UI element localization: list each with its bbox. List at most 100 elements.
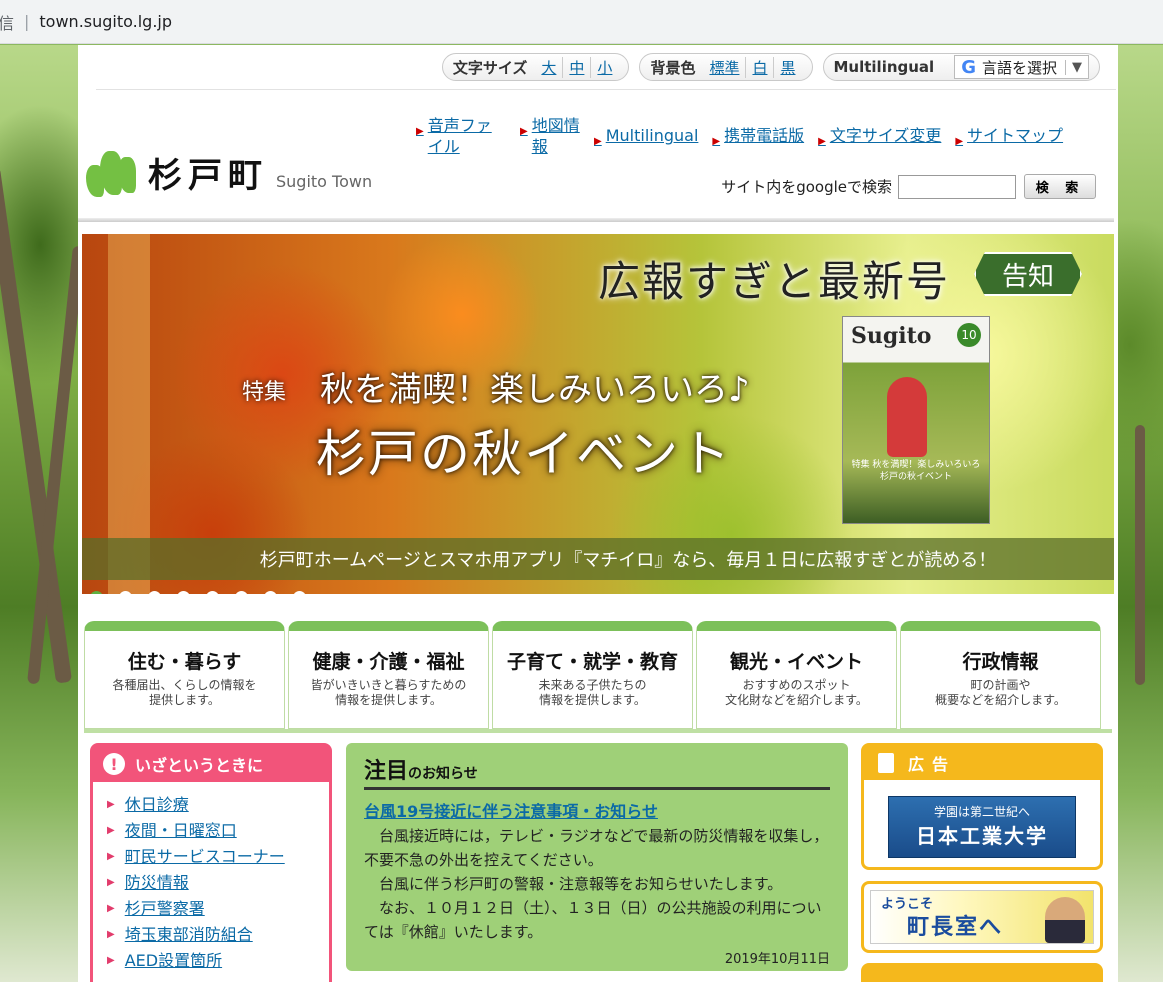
- sugi-leaf-icon: [84, 147, 136, 197]
- nav-font-size[interactable]: ▶ 文字サイズ変更: [818, 125, 941, 157]
- triangle-bullet-icon: ▶: [818, 136, 826, 147]
- feature-title: 杉戸の秋イベント: [316, 425, 732, 483]
- nav-mobile[interactable]: ▶ 携帯電話版: [712, 125, 804, 157]
- ad-title: 広告: [908, 755, 957, 774]
- mayor-large-text: 町長室へ: [907, 915, 1004, 940]
- carousel-dot[interactable]: [148, 591, 161, 594]
- emergency-link[interactable]: 埼玉東部消防組合: [125, 922, 253, 948]
- category-tourism[interactable]: 観光・イベント おすすめのスポット 文化財などを紹介します。: [696, 621, 897, 729]
- language-select-value: 言語を選択: [981, 58, 1057, 77]
- logo-english: Sugito Town: [276, 172, 373, 191]
- category-desc: 町の計画や: [970, 678, 1031, 692]
- triangle-bullet-icon: ▶: [107, 903, 115, 914]
- category-desc: 提供します。: [149, 693, 220, 707]
- dropdown-arrow-icon[interactable]: ▼: [1065, 59, 1082, 75]
- emergency-title: いざというときに: [135, 756, 264, 775]
- category-desc: 文化財などを紹介します。: [725, 693, 868, 707]
- bg-color-control: 背景色 標準 白 黒: [639, 53, 813, 81]
- list-item: ▶ 夜間・日曜窓口: [107, 818, 329, 844]
- category-title: 行政情報: [962, 651, 1039, 673]
- carousel-dot[interactable]: [90, 591, 103, 594]
- ad-panel: 広告 学園は第二世紀へ 日本工業大学: [861, 743, 1103, 870]
- font-size-large-link[interactable]: 大: [535, 57, 562, 78]
- banner-title: 広報すぎと最新号: [598, 257, 951, 306]
- mayor-banner-inner: ようこそ 町長室へ: [870, 890, 1094, 944]
- address-bar[interactable]: 信 | town.sugito.lg.jp: [0, 0, 1163, 44]
- list-item: ▶ 杉戸警察署: [107, 896, 329, 922]
- triangle-bullet-icon: ▶: [955, 136, 964, 147]
- nav-map-info[interactable]: ▶ 地図情報: [520, 115, 580, 157]
- carousel-dot[interactable]: [119, 591, 132, 594]
- news-link[interactable]: 台風19号接近に伴う注意事項・お知らせ: [364, 798, 830, 822]
- ad-banner[interactable]: 学園は第二世紀へ 日本工業大学: [888, 796, 1076, 858]
- emergency-panel: ! いざというときに ▶ 休日診療 ▶ 夜間・日曜窓口 ▶ 町民サービスコーナー ▶ 防…: [90, 743, 332, 982]
- category-health[interactable]: 健康・介護・福祉 皆がいきいきと暮らすための 情報を提供します。: [288, 621, 489, 729]
- bg-standard-link[interactable]: 標準: [703, 57, 745, 78]
- feature-subtitle: 秋を満喫！楽しみいろいろ♪: [320, 370, 750, 410]
- list-item: ▶ AED設置箇所: [107, 948, 329, 974]
- nav-sitemap[interactable]: ▶ サイトマップ: [955, 125, 1063, 157]
- nav-audio-files[interactable]: ▶ 音声ファイル: [416, 115, 506, 157]
- emergency-link[interactable]: AED設置箇所: [125, 948, 222, 974]
- magazine-photo: [887, 377, 927, 457]
- category-desc: 概要などを紹介します。: [935, 693, 1066, 707]
- search-button[interactable]: 検 索: [1024, 174, 1096, 199]
- category-desc: 情報を提供します。: [539, 693, 646, 707]
- magazine-title: Sugito: [851, 323, 932, 349]
- carousel-dots: [90, 591, 306, 594]
- mayor-banner[interactable]: ようこそ 町長室へ: [861, 881, 1103, 953]
- news-head-big: 注目: [364, 759, 409, 784]
- category-tabs: 住む・暮らす 各種届出、くらしの情報を 提供します。 健康・介護・福祉 皆がいき…: [84, 621, 1101, 729]
- emergency-header: ! いざというときに: [93, 746, 329, 782]
- nav-multilingual[interactable]: ▶ Multilingual: [594, 125, 698, 157]
- bg-black-link[interactable]: 黒: [773, 56, 801, 78]
- language-select[interactable]: G 言語を選択 ▼: [954, 55, 1089, 79]
- magazine-cover: Sugito 10 特集 秋を満喫！楽しみいろいろ 杉戸の秋イベント: [842, 316, 990, 524]
- google-icon: G: [961, 56, 976, 78]
- hero-banner[interactable]: 広報すぎと最新号 告知 特集 秋を満喫！楽しみいろいろ♪ 杉戸の秋イベント Su…: [82, 234, 1114, 594]
- carousel-dot[interactable]: [293, 591, 306, 594]
- carousel-dot[interactable]: [235, 591, 248, 594]
- emergency-link[interactable]: 町民サービスコーナー: [125, 844, 285, 870]
- site-logo[interactable]: 杉戸町 Sugito Town: [84, 147, 372, 197]
- category-desc: おすすめのスポット: [742, 678, 851, 692]
- ad-small-text: 学園は第二世紀へ: [933, 805, 1030, 819]
- list-item: ▶ 防災情報: [107, 870, 329, 896]
- news-head-small: のお知らせ: [408, 766, 478, 782]
- font-size-small-link[interactable]: 小: [590, 56, 618, 78]
- emergency-link[interactable]: 防災情報: [125, 870, 189, 896]
- url-text[interactable]: town.sugito.lg.jp: [39, 12, 172, 31]
- triangle-bullet-icon: ▶: [712, 136, 721, 147]
- exclamation-icon: !: [103, 753, 125, 775]
- news-paragraph: 台風接近時には，テレビ・ラジオなどで最新の防災情報を収集し，不要不急の外出を控え…: [364, 827, 829, 869]
- carousel-dot[interactable]: [206, 591, 219, 594]
- bg-white-link[interactable]: 白: [745, 56, 773, 78]
- triangle-bullet-icon: ▶: [107, 799, 115, 810]
- emergency-link[interactable]: 杉戸警察署: [125, 896, 205, 922]
- font-size-medium-link[interactable]: 中: [562, 56, 590, 78]
- carousel-dot[interactable]: [264, 591, 277, 594]
- emergency-link[interactable]: 休日診療: [125, 792, 189, 818]
- security-indicator[interactable]: 信: [0, 10, 14, 34]
- category-education[interactable]: 子育て・就学・教育 未来ある子供たちの 情報を提供します。: [492, 621, 693, 729]
- header-divider: [78, 218, 1114, 222]
- header-nav: ▶ 音声ファイル ▶ 地図情報 ▶ Multilingual ▶ 携帯電話版 ▶ 文字サイ…: [416, 115, 1077, 157]
- list-item: ▶ 埼玉東部消防組合: [107, 922, 329, 948]
- category-title: 住む・暮らす: [127, 651, 242, 673]
- news-date: 2019年10月11日: [724, 952, 830, 967]
- category-underline: [84, 729, 1112, 733]
- carousel-dot[interactable]: [177, 591, 190, 594]
- mayor-photo: [1045, 897, 1085, 943]
- bg-color-label: 背景色: [650, 58, 696, 77]
- triangle-bullet-icon: ▶: [107, 929, 115, 940]
- list-item: ▶ 休日診療: [107, 792, 329, 818]
- category-living[interactable]: 住む・暮らす 各種届出、くらしの情報を 提供します。: [84, 621, 285, 729]
- news-header: 注目 のお知らせ: [364, 753, 830, 790]
- emergency-list: ▶ 休日診療 ▶ 夜間・日曜窓口 ▶ 町民サービスコーナー ▶ 防災情報 ▶ 杉戸警察署 …: [93, 782, 329, 974]
- multilingual-control: Multilingual G 言語を選択 ▼: [822, 53, 1100, 81]
- emergency-link[interactable]: 夜間・日曜窓口: [125, 818, 237, 844]
- search-input[interactable]: [898, 174, 1016, 199]
- category-administration[interactable]: 行政情報 町の計画や 概要などを紹介します。: [900, 621, 1101, 729]
- site-search: サイト内をgoogleで検索 検 索: [721, 174, 1096, 199]
- search-label: サイト内をgoogleで検索: [721, 178, 892, 196]
